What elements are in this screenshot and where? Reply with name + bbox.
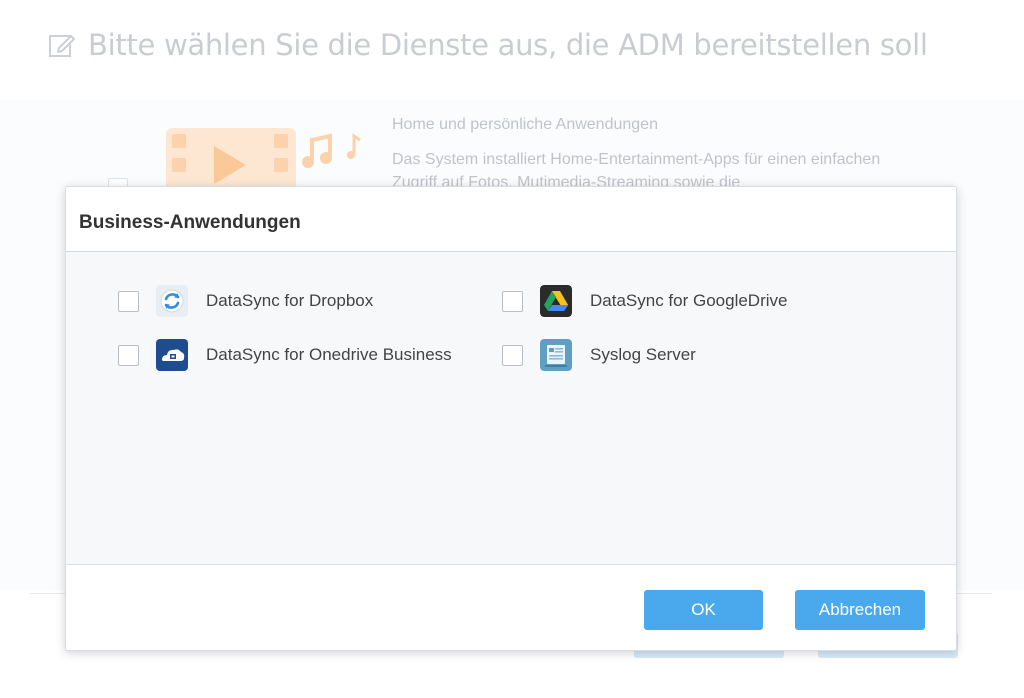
onedrive-checkbox[interactable] (118, 344, 139, 366)
onedrive-label: DataSync for Onedrive Business (206, 345, 452, 364)
dialog-body: DataSync for Dropbox DataSync for Google… (66, 253, 956, 563)
service-item-onedrive[interactable]: DataSync for Onedrive Business (118, 338, 452, 372)
dialog-title: Business-Anwendungen (79, 212, 301, 233)
service-item-googledrive[interactable]: DataSync for GoogleDrive (502, 284, 787, 318)
service-item-dropbox[interactable]: DataSync for Dropbox (118, 284, 373, 318)
googledrive-checkbox[interactable] (502, 290, 523, 312)
syslog-label: Syslog Server (590, 345, 696, 364)
home-apps-title: Home und persönliche Anwendungen (392, 116, 658, 133)
googledrive-label: DataSync for GoogleDrive (590, 291, 788, 310)
business-apps-dialog: Business-Anwendungen DataSync for Dropbo… (65, 186, 957, 651)
wizard-title: Bitte wählen Sie die Dienste aus, die AD… (88, 28, 928, 62)
syslog-server-icon (540, 339, 572, 371)
syslog-checkbox[interactable] (502, 344, 523, 366)
dialog-header: Business-Anwendungen (66, 187, 956, 252)
edit-icon (49, 35, 75, 57)
wizard-header: Bitte wählen Sie die Dienste aus, die AD… (48, 28, 928, 62)
cancel-button[interactable]: Abbrechen (795, 590, 925, 630)
dropbox-checkbox[interactable] (118, 290, 139, 312)
onedrive-icon (156, 339, 188, 371)
service-item-syslog[interactable]: Syslog Server (502, 338, 696, 372)
dialog-footer: OK Abbrechen (66, 564, 956, 650)
dropbox-label: DataSync for Dropbox (206, 291, 374, 310)
home-entertainment-illustration (166, 128, 361, 192)
dropbox-sync-icon (156, 285, 188, 317)
ok-button[interactable]: OK (644, 590, 763, 630)
google-drive-icon (540, 285, 572, 317)
